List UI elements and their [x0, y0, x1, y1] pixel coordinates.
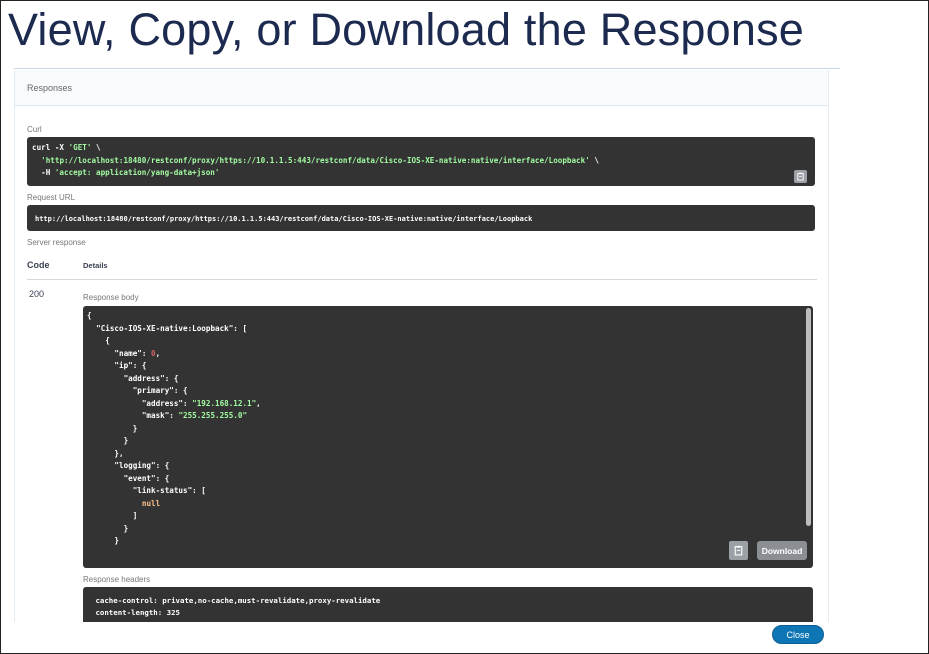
copy-curl-button[interactable] — [794, 170, 807, 183]
json-line-token: "address": — [87, 398, 193, 408]
json-line: "logging": { — [87, 460, 813, 473]
curl-line: curl -X 'GET' \ — [32, 142, 815, 155]
json-line: "address": { — [87, 373, 813, 386]
json-line-token: "logging": { — [87, 461, 170, 470]
json-line: } — [87, 435, 813, 448]
download-button[interactable]: Download — [757, 541, 807, 560]
curl-line: 'http://localhost:18480/restconf/proxy/h… — [32, 155, 815, 168]
json-line-token: , — [256, 398, 261, 408]
json-line-token: "name": — [87, 348, 152, 358]
json-line: null — [87, 498, 813, 511]
curl-line: -H 'accept: application/yang-data+json' — [32, 167, 815, 180]
json-line-token: "Cisco-IOS-XE-native:Loopback": [ — [87, 323, 248, 333]
json-line-token: { — [87, 336, 110, 345]
curl-line-token: 'accept: application/yang-data+json' — [54, 168, 220, 177]
request-url-text: http://localhost:18480/restconf/proxy/ht… — [35, 215, 533, 223]
json-line: { — [87, 335, 813, 348]
curl-line-token: curl -X — [32, 143, 69, 152]
json-line: "event": { — [87, 473, 813, 486]
json-line-token: "address": { — [87, 373, 179, 383]
json-line: ] — [87, 510, 813, 523]
response-body-scrollbar[interactable] — [806, 308, 811, 526]
json-line: "ip": { — [87, 360, 813, 373]
json-line-token: { — [87, 311, 92, 320]
json-line-token: "ip": { — [87, 361, 147, 370]
curl-line-token: 'GET' — [68, 143, 92, 152]
response-body-label: Response body — [83, 293, 139, 302]
header-line: cache-control: private,no-cache,must-rev… — [91, 596, 381, 605]
curl-line-token: \ — [91, 143, 101, 152]
json-line-token: "primary": { — [87, 386, 188, 395]
json-line-token: "192.168.12.1" — [192, 398, 257, 408]
curl-line-token: \ — [589, 155, 599, 165]
json-line-token: } — [87, 523, 129, 533]
response-body-block[interactable]: { "Cisco-IOS-XE-native:Loopback": [ { "n… — [83, 306, 813, 568]
json-line-token: } — [87, 423, 138, 433]
slide-title: View, Copy, or Download the Response — [8, 4, 804, 55]
json-line-token: "link-status": [ — [87, 486, 206, 495]
json-line: } — [87, 535, 813, 548]
curl-code-block[interactable]: curl -X 'GET' \ 'http://localhost:18480/… — [27, 137, 815, 186]
json-line: "name": 0, — [87, 348, 813, 361]
json-line-token — [87, 499, 142, 508]
request-url-block[interactable]: http://localhost:18480/restconf/proxy/ht… — [27, 205, 815, 231]
json-line: "Cisco-IOS-XE-native:Loopback": [ — [87, 323, 813, 336]
status-code: 200 — [29, 289, 45, 299]
code-column-header: Code — [27, 260, 50, 270]
details-column-header: Details — [83, 261, 108, 270]
clipboard-icon — [734, 545, 743, 556]
curl-label: Curl — [27, 125, 42, 134]
table-divider — [27, 279, 817, 280]
json-line: } — [87, 523, 813, 536]
curl-line-token — [32, 156, 41, 165]
json-line-token: "mask": — [87, 411, 179, 420]
json-line: } — [87, 423, 813, 436]
json-line-token: "event": { — [87, 473, 170, 483]
close-button[interactable]: Close — [772, 625, 824, 644]
json-line: { — [87, 310, 813, 323]
responses-header: Responses — [15, 70, 828, 106]
request-url-label: Request URL — [27, 193, 76, 202]
curl-line-token: 'http://localhost:18480/restconf/proxy/h… — [41, 155, 590, 165]
header-line: content-length: 325 — [91, 608, 180, 617]
json-line: "address": "192.168.12.1", — [87, 398, 813, 411]
response-headers-label: Response headers — [83, 575, 151, 584]
json-line: "link-status": [ — [87, 485, 813, 498]
json-line-token: "255.255.255.0" — [178, 411, 248, 420]
json-line: "primary": { — [87, 385, 813, 398]
json-line-token: }, — [87, 448, 124, 458]
json-line-token: ] — [87, 511, 138, 520]
response-headers-block[interactable]: cache-control: private,no-cache,must-rev… — [83, 587, 813, 622]
json-line: }, — [87, 448, 813, 461]
json-line-token: } — [87, 536, 120, 545]
clipboard-icon — [797, 172, 804, 181]
server-response-label: Server response — [27, 238, 86, 247]
json-line-token: } — [87, 436, 129, 445]
responses-panel: Responses Curl curl -X 'GET' \ 'http://l… — [14, 70, 829, 622]
responses-title: Responses — [27, 83, 73, 93]
copy-response-button[interactable] — [729, 541, 748, 560]
panel-top-border — [14, 68, 840, 69]
json-line-token: , — [155, 348, 161, 358]
json-line-token: null — [141, 498, 161, 508]
json-line: "mask": "255.255.255.0" — [87, 410, 813, 423]
curl-line-token: -H — [32, 168, 55, 177]
